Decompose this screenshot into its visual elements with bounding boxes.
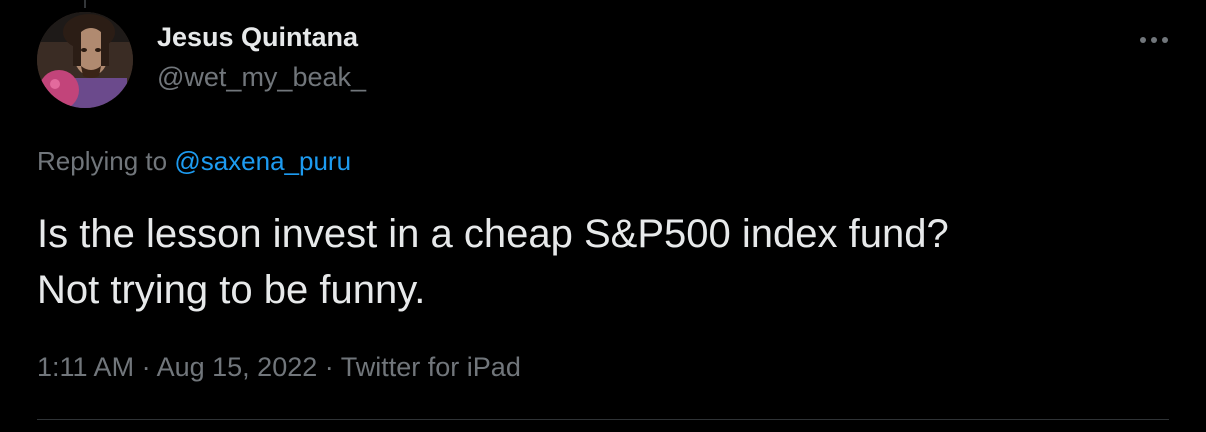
tweet-date[interactable]: Aug 15, 2022 [157, 352, 318, 382]
divider [37, 419, 1169, 420]
replying-to: Replying to @saxena_puru [37, 146, 351, 177]
tweet-text-line-1: Is the lesson invest in a cheap S&P500 i… [37, 212, 949, 256]
more-horizontal-icon [1140, 37, 1168, 43]
mention-link[interactable]: @saxena_puru [174, 146, 351, 176]
replying-to-label: Replying to [37, 146, 168, 176]
tweet-source[interactable]: Twitter for iPad [341, 352, 521, 382]
tweet-text: Is the lesson invest in a cheap S&P500 i… [37, 206, 1157, 318]
profile-photo-icon [37, 12, 133, 108]
tweet-text-line-2: Not trying to be funny. [37, 268, 426, 312]
meta-separator: · [141, 352, 151, 382]
meta-separator: · [324, 352, 334, 382]
display-name[interactable]: Jesus Quintana [157, 22, 358, 53]
more-button[interactable] [1132, 26, 1176, 54]
tweet-time[interactable]: 1:11 AM [37, 352, 134, 382]
tweet-meta: 1:11 AM · Aug 15, 2022 · Twitter for iPa… [37, 352, 521, 383]
user-handle[interactable]: @wet_my_beak_ [157, 62, 366, 93]
thread-line [84, 0, 86, 8]
avatar[interactable] [37, 12, 133, 108]
